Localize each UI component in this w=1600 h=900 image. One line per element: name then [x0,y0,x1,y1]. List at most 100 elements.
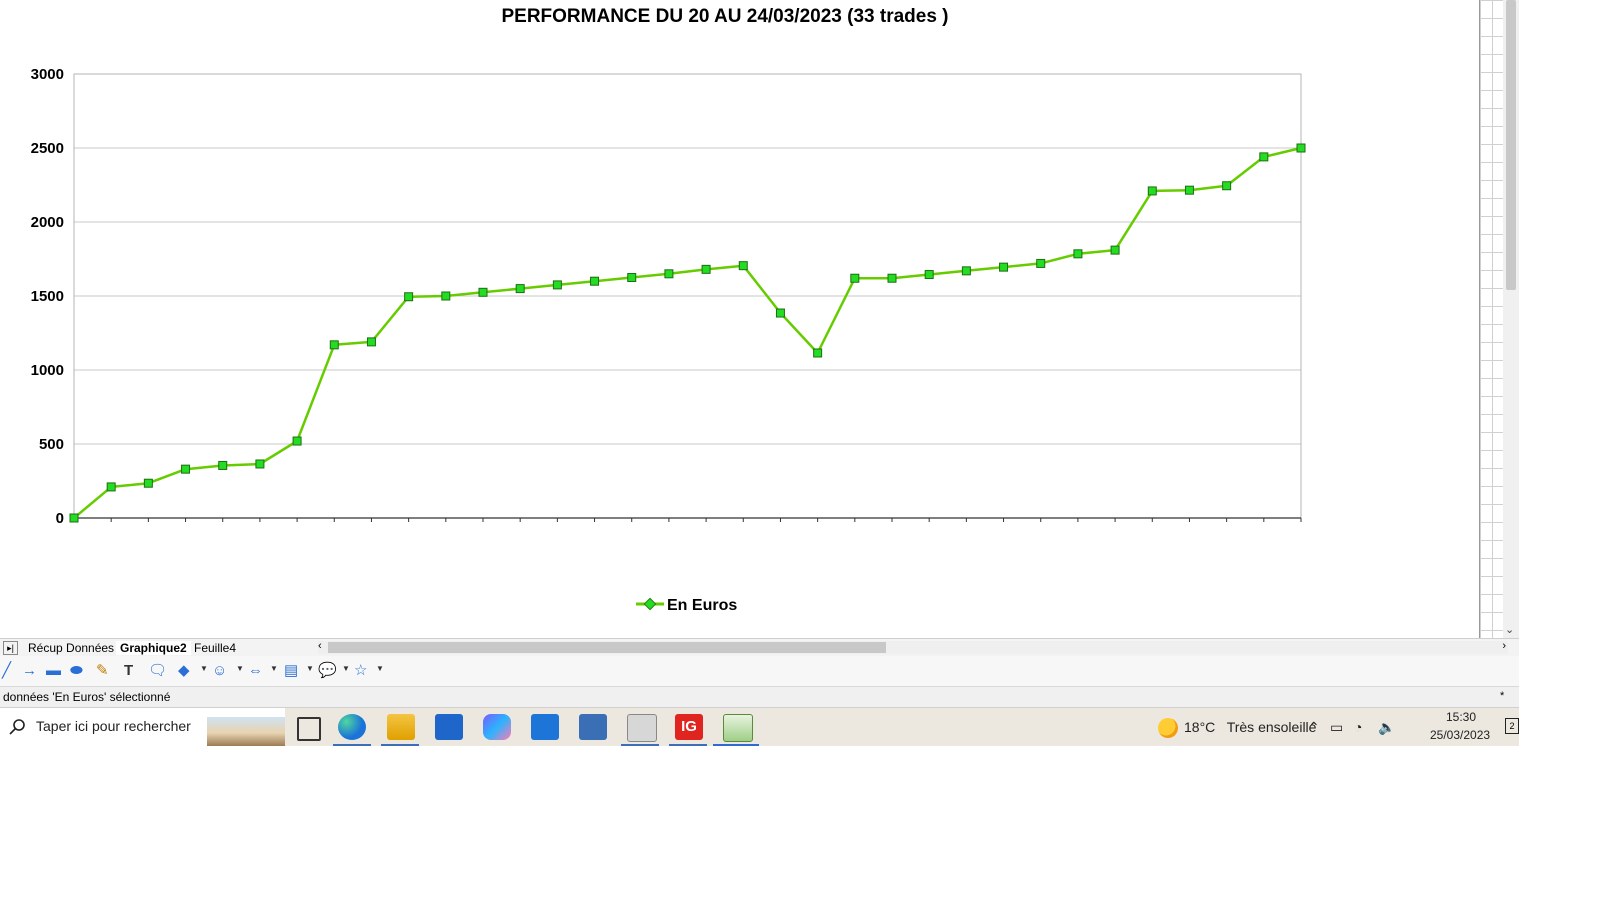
smiley-icon[interactable]: ☺ [212,662,227,680]
search-icon [9,719,25,735]
data-point[interactable] [664,269,674,279]
callout-icon[interactable]: 🗨 [148,662,167,680]
vertical-scrollbar[interactable]: ⌄ [1503,0,1519,638]
tab-graphique2[interactable]: Graphique2 [116,641,191,655]
y-tick-label: 2000 [31,214,64,231]
data-point[interactable] [1222,181,1232,191]
data-point[interactable] [441,291,451,301]
data-point[interactable] [515,284,525,294]
drawing-toolbar: ╱ → ▬ ⬬ ✎ T 🗨 ◆ ▼ ☺ ▼ ⇔ ▼ ▤ ▼ 💬 ▼ ☆ ▼ [0,656,1519,687]
battery-icon[interactable]: ▭ [1330,719,1343,736]
chevron-down-icon[interactable]: ▼ [306,664,314,673]
freeform-icon[interactable]: ✎ [96,662,109,680]
legend-marker [643,597,657,611]
tab-recup-donnees[interactable]: Récup Données [24,641,118,655]
modified-indicator: * [1500,690,1505,702]
data-point[interactable] [552,280,562,290]
data-point[interactable] [887,273,897,283]
data-point[interactable] [292,436,302,446]
show-hidden-icons-chevron-icon[interactable]: ⌃ [1308,719,1320,736]
tab-nav-last-icon[interactable]: ▸| [3,641,18,655]
data-point[interactable] [1259,152,1269,162]
data-point[interactable] [1184,185,1194,195]
chart-app-icon[interactable] [627,714,657,742]
chevron-down-icon[interactable]: ▼ [236,664,244,673]
clock-date[interactable]: 25/03/2023 [1430,728,1490,742]
task-view-icon[interactable] [297,717,321,741]
windows-taskbar: Taper ici pour rechercher IG 18°C Très e… [0,708,1519,746]
data-point[interactable] [1147,186,1157,196]
text-icon[interactable]: T [124,662,133,680]
data-point[interactable] [813,348,823,358]
callouts-icon[interactable]: 💬 [318,662,337,680]
data-point[interactable] [143,478,153,488]
copilot-icon[interactable] [483,714,511,740]
arrow-icon[interactable]: → [22,662,37,680]
data-point[interactable] [627,273,637,282]
scroll-right-arrow-icon[interactable]: › [1502,640,1506,652]
stars-icon[interactable]: ☆ [354,662,367,680]
file-explorer-icon[interactable] [387,714,415,740]
legend-label: En Euros [667,597,737,614]
data-point[interactable] [218,460,228,470]
series-en-euros[interactable] [69,143,1306,523]
taskbar-search[interactable]: Taper ici pour rechercher [0,708,285,746]
sheet-cells-strip [1479,0,1504,638]
data-point[interactable] [1110,245,1120,255]
mail-icon[interactable] [531,714,559,740]
data-point[interactable] [999,262,1009,272]
search-highlight-image [207,717,285,746]
horizontal-scrollbar[interactable]: ‹ › [318,640,1508,654]
data-point[interactable] [1073,249,1083,259]
chart-title: PERFORMANCE DU 20 AU 24/03/2023 (33 trad… [501,6,948,27]
basic-shapes-icon[interactable]: ◆ [178,662,190,680]
flowchart-icon[interactable]: ▤ [284,662,298,680]
scroll-down-arrow-icon[interactable]: ⌄ [1505,623,1514,636]
data-point[interactable] [255,459,265,469]
data-point[interactable] [69,513,79,523]
data-point[interactable] [701,264,711,274]
data-point[interactable] [366,337,376,347]
chevron-down-icon[interactable]: ▼ [342,664,350,673]
tab-feuille4[interactable]: Feuille4 [190,641,240,655]
block-arrows-icon[interactable]: ⇔ [248,662,263,680]
data-point[interactable] [329,340,339,350]
data-point[interactable] [1296,143,1306,153]
explorer-running-indicator [381,744,419,746]
line-icon[interactable]: ╱ [2,662,11,680]
rectangle-icon[interactable]: ▬ [46,662,61,680]
chart-app-running-indicator [621,744,659,746]
data-point[interactable] [478,287,488,297]
notification-icon[interactable]: 2 [1505,718,1519,734]
data-point[interactable] [404,292,414,302]
horizontal-scroll-thumb[interactable] [328,642,886,653]
weather-widget[interactable]: 18°C Très ensoleillé [1184,719,1316,735]
chevron-down-icon[interactable]: ▼ [200,664,208,673]
ellipse-icon[interactable]: ⬬ [70,662,83,680]
calculator-icon[interactable] [579,714,607,740]
data-point[interactable] [106,482,116,492]
chevron-down-icon[interactable]: ▼ [270,664,278,673]
y-tick-label: 3000 [31,66,64,83]
vertical-scroll-thumb[interactable] [1506,0,1516,290]
ig-icon[interactable]: IG [675,714,703,740]
data-point[interactable] [775,308,785,318]
chevron-down-icon[interactable]: ▼ [376,664,384,673]
data-point[interactable] [961,266,971,276]
weather-sun-icon[interactable] [1158,718,1178,738]
data-point[interactable] [850,273,860,283]
network-icon[interactable]: ◔ [1354,719,1362,735]
volume-icon[interactable]: 🔈 [1378,719,1395,736]
calc-spreadsheet-icon[interactable] [723,714,753,742]
data-point[interactable] [1036,258,1046,268]
data-point[interactable] [181,464,191,474]
data-point[interactable] [924,270,934,280]
data-point[interactable] [590,276,600,286]
data-point[interactable] [738,261,748,271]
scroll-left-arrow-icon[interactable]: ‹ [318,640,322,652]
clock-time[interactable]: 15:30 [1446,710,1476,724]
edge-icon[interactable] [338,714,366,740]
store-icon[interactable] [435,714,463,740]
y-tick-label: 1000 [31,362,64,379]
sheet-tab-bar: ▸| Récup Données Graphique2 Feuille4 ‹ › [0,638,1519,657]
